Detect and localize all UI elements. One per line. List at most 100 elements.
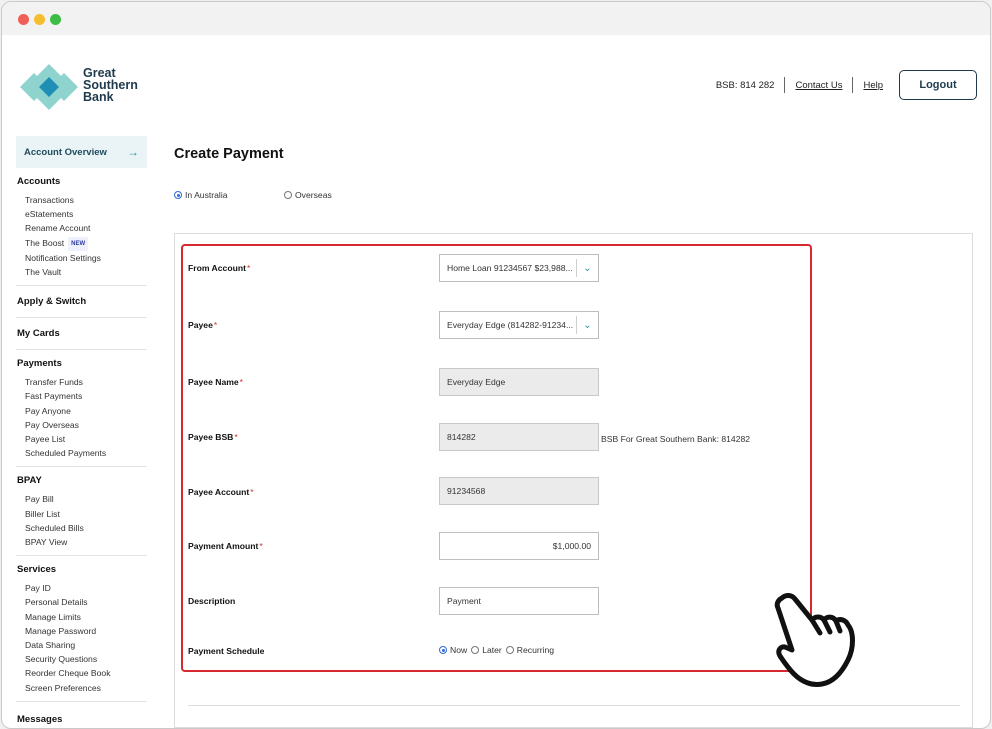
radio-now[interactable]: Now	[439, 645, 467, 655]
radio-label: Later	[482, 645, 502, 655]
payee-bsb-value: 814282	[447, 432, 476, 442]
sidebar-item-rename-account[interactable]: Rename Account	[25, 221, 147, 235]
radio-unselected-icon	[284, 191, 292, 199]
sidebar-section-payments: Payments Transfer Funds Fast Payments Pa…	[16, 350, 147, 468]
label-text: Payment Schedule	[188, 646, 265, 656]
sidebar: Account Overview → Accounts Transactions…	[16, 136, 147, 729]
sidebar-item-label: The Boost	[25, 237, 65, 248]
sidebar-item-transfer-funds[interactable]: Transfer Funds	[25, 375, 147, 389]
sidebar-item-transactions[interactable]: Transactions	[25, 193, 147, 207]
page-title: Create Payment	[174, 146, 284, 162]
payee-label: Payee*	[188, 320, 217, 330]
bank-logo-icon	[20, 64, 78, 110]
sidebar-item-pay-overseas[interactable]: Pay Overseas	[25, 418, 147, 432]
description-input[interactable]: Payment	[439, 587, 599, 615]
label-text: Description	[188, 596, 236, 606]
location-radio-group: In Australia Overseas	[174, 190, 332, 200]
nav-divider	[784, 77, 786, 93]
bank-name: Great Southern Bank	[83, 67, 138, 104]
payee-account-field: 91234568	[439, 477, 599, 505]
payee-select[interactable]: Everyday Edge (814282-91234... ⌄	[439, 311, 599, 339]
sidebar-section-title[interactable]: My Cards	[16, 318, 147, 349]
sidebar-item-scheduled-bills[interactable]: Scheduled Bills	[25, 521, 147, 535]
sidebar-section-services: Services Pay ID Personal Details Manage …	[16, 556, 147, 702]
sidebar-section-bpay: BPAY Pay Bill Biller List Scheduled Bill…	[16, 467, 147, 557]
sidebar-section-title[interactable]: Accounts	[16, 168, 147, 193]
radio-later[interactable]: Later	[471, 645, 502, 655]
close-window-button[interactable]	[18, 14, 29, 25]
sidebar-section-my-cards: My Cards	[16, 318, 147, 351]
sidebar-item-pay-anyone[interactable]: Pay Anyone	[25, 404, 147, 418]
payee-account-label: Payee Account*	[188, 487, 254, 497]
radio-label: Overseas	[295, 190, 332, 200]
bsb-label: BSB: 814 282	[715, 79, 775, 91]
radio-in-australia[interactable]: In Australia	[174, 190, 284, 200]
payee-bsb-label: Payee BSB*	[188, 432, 238, 442]
sidebar-item-pay-bill[interactable]: Pay Bill	[25, 492, 147, 506]
sidebar-section-title[interactable]: BPAY	[16, 467, 147, 492]
sidebar-item-estatements[interactable]: eStatements	[25, 207, 147, 221]
sidebar-item-the-boost[interactable]: The Boost NEW	[25, 236, 147, 251]
help-link[interactable]: Help	[863, 80, 883, 91]
sidebar-section-apply-switch: Apply & Switch	[16, 286, 147, 319]
required-marker: *	[250, 487, 254, 497]
payee-value: Everyday Edge (814282-91234...	[447, 320, 574, 330]
logout-button[interactable]: Logout	[899, 70, 977, 100]
payment-amount-value: $1,000.00	[552, 541, 591, 551]
payment-schedule-radio-group: Now Later Recurring	[439, 645, 556, 655]
sidebar-item-pay-id[interactable]: Pay ID	[25, 581, 147, 595]
sidebar-item-notification-settings[interactable]: Notification Settings	[25, 251, 147, 265]
from-account-select[interactable]: Home Loan 91234567 $23,988... ⌄	[439, 254, 599, 282]
sidebar-section-title[interactable]: Payments	[16, 350, 147, 375]
sidebar-item-fast-payments[interactable]: Fast Payments	[25, 389, 147, 403]
payment-amount-input[interactable]: $1,000.00	[439, 532, 599, 560]
sidebar-item-data-sharing[interactable]: Data Sharing	[25, 638, 147, 652]
radio-unselected-icon	[471, 646, 480, 654]
label-text: Payee BSB	[188, 432, 234, 442]
sidebar-section-title[interactable]: Messages	[16, 702, 147, 729]
sidebar-item-biller-list[interactable]: Biller List	[25, 507, 147, 521]
description-value: Payment	[447, 596, 481, 606]
payment-schedule-label: Payment Schedule	[188, 646, 264, 656]
sidebar-item-screen-preferences[interactable]: Screen Preferences	[25, 681, 147, 695]
sidebar-item-reorder-cheque-book[interactable]: Reorder Cheque Book	[25, 666, 147, 680]
sidebar-item-the-vault[interactable]: The Vault	[25, 265, 147, 279]
chevron-down-icon[interactable]: ⌄	[576, 259, 598, 277]
payee-name-value: Everyday Edge	[447, 377, 506, 387]
sidebar-item-payee-list[interactable]: Payee List	[25, 432, 147, 446]
description-label: Description	[188, 596, 235, 606]
account-overview-label: Account Overview	[24, 146, 107, 158]
bank-logo[interactable]: Great Southern Bank	[20, 64, 140, 110]
sidebar-section-accounts: Accounts Transactions eStatements Rename…	[16, 168, 147, 287]
contact-us-link[interactable]: Contact Us	[795, 80, 842, 91]
radio-overseas[interactable]: Overseas	[284, 190, 332, 200]
sidebar-item-scheduled-payments[interactable]: Scheduled Payments	[25, 446, 147, 460]
maximize-window-button[interactable]	[50, 14, 61, 25]
label-text: Payment Amount	[188, 541, 259, 551]
radio-selected-icon	[439, 646, 447, 654]
minimize-window-button[interactable]	[34, 14, 45, 25]
nav-divider	[852, 77, 854, 93]
radio-recurring[interactable]: Recurring	[505, 645, 554, 655]
label-text: Payee	[188, 320, 213, 330]
radio-label: Now	[450, 645, 468, 655]
sidebar-section-title[interactable]: Apply & Switch	[16, 286, 147, 317]
sidebar-section-messages: Messages	[16, 702, 147, 729]
radio-unselected-icon	[505, 646, 514, 654]
radio-label: In Australia	[185, 190, 228, 200]
label-text: Payee Account	[188, 487, 250, 497]
chevron-down-icon[interactable]: ⌄	[576, 316, 598, 334]
sidebar-item-manage-password[interactable]: Manage Password	[25, 624, 147, 638]
account-overview-link[interactable]: Account Overview →	[16, 136, 147, 168]
from-account-value: Home Loan 91234567 $23,988...	[447, 263, 573, 273]
sidebar-section-title[interactable]: Services	[16, 556, 147, 581]
form-divider	[188, 705, 960, 706]
sidebar-item-bpay-view[interactable]: BPAY View	[25, 535, 147, 549]
sidebar-item-manage-limits[interactable]: Manage Limits	[25, 610, 147, 624]
top-navigation: BSB: 814 282 Contact Us Help Logout	[716, 70, 977, 100]
sidebar-item-personal-details[interactable]: Personal Details	[25, 595, 147, 609]
payee-bsb-field: 814282	[439, 423, 599, 451]
arrow-right-icon: →	[127, 145, 139, 159]
sidebar-item-security-questions[interactable]: Security Questions	[25, 652, 147, 666]
required-marker: *	[259, 541, 263, 551]
